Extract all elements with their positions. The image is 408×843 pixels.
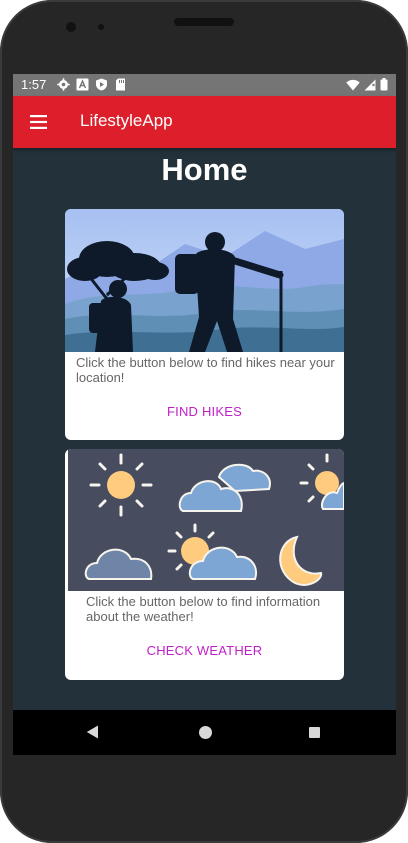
phone-speaker — [174, 18, 234, 26]
a-icon — [76, 78, 89, 91]
hikers-image — [65, 209, 344, 352]
system-nav-bar — [13, 710, 396, 755]
sd-card-icon — [116, 78, 125, 91]
settings-icon — [57, 78, 70, 91]
hamburger-menu-icon[interactable] — [27, 110, 51, 134]
signal-icon — [364, 79, 376, 90]
phone-frame: 1:57 LifestyleApp Home Click the button … — [0, 0, 408, 843]
find-hikes-button[interactable]: FIND HIKES — [65, 404, 344, 419]
home-icon[interactable] — [199, 726, 212, 739]
phone-sensor — [98, 24, 104, 30]
hikes-card-text: Click the button below to find hikes nea… — [76, 355, 335, 385]
weather-card: Click the button below to find informati… — [65, 449, 344, 680]
battery-icon — [380, 78, 388, 91]
status-bar: 1:57 — [13, 74, 396, 96]
sun-icon — [89, 453, 153, 517]
back-icon[interactable] — [86, 725, 99, 739]
status-time: 1:57 — [21, 77, 47, 92]
phone-camera — [66, 22, 76, 32]
page-title: Home — [161, 152, 248, 187]
weather-card-text: Click the button below to find informati… — [86, 594, 321, 624]
screen: 1:57 LifestyleApp Home Click the button … — [13, 74, 396, 755]
wifi-icon — [346, 79, 360, 90]
weather-image — [68, 449, 344, 591]
app-bar: LifestyleApp — [13, 96, 396, 148]
check-weather-button[interactable]: CHECK WEATHER — [65, 643, 344, 658]
hikes-card: Click the button below to find hikes nea… — [65, 209, 344, 440]
recents-icon[interactable] — [309, 727, 320, 738]
app-title: LifestyleApp — [80, 111, 173, 130]
play-protect-icon — [96, 78, 107, 91]
